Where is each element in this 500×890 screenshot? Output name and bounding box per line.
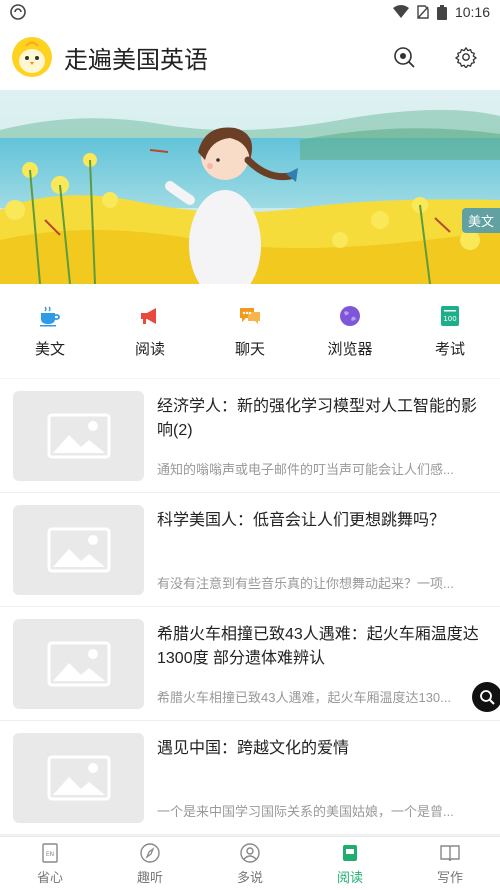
- globe-icon: [340, 305, 360, 326]
- chick-mascot-icon: [19, 41, 45, 73]
- category-browser[interactable]: 浏览器: [300, 284, 400, 378]
- article-thumbnail: [13, 391, 144, 481]
- megaphone-icon: [141, 307, 156, 324]
- status-bar: 10:16: [0, 0, 500, 24]
- article-title: 科学美国人：低音会让人们更想跳舞吗？: [157, 512, 446, 529]
- article-item[interactable]: 经济学人：新的强化学习模型对人工智能的影响(2) 通知的嗡嗡声或电子邮件的叮当声…: [0, 379, 500, 493]
- app-logo-avatar[interactable]: [12, 37, 52, 77]
- app-title: 走遍美国英语: [64, 46, 208, 74]
- tab-writing[interactable]: 写作: [400, 837, 500, 890]
- category-label: 浏览器: [327, 340, 373, 358]
- article-title: 经济学人：新的强化学习模型对人工智能的影响(2): [157, 398, 478, 439]
- exam-paper-icon: 100: [441, 305, 459, 326]
- article-thumbnail: [13, 619, 144, 709]
- status-time: 10:16: [454, 4, 490, 20]
- tab-reading[interactable]: 阅读: [300, 837, 400, 890]
- category-menu: 美文 阅读 聊天 浏览器 100 考试: [0, 284, 500, 378]
- chat-bubble-icon: [240, 307, 260, 324]
- person-icon: [240, 842, 260, 863]
- image-placeholder-icon: [47, 413, 110, 459]
- tab-shengxin[interactable]: EN 省心: [0, 837, 100, 890]
- article-thumbnail: [13, 505, 144, 595]
- tab-label: 阅读: [336, 869, 363, 885]
- tab-label: 写作: [436, 869, 463, 885]
- article-summary: 一个是来中国学习国际关系的美国姑娘，一个是曾...: [157, 804, 454, 819]
- floating-search-button[interactable]: [472, 682, 500, 712]
- article-thumbnail: [13, 733, 144, 823]
- search-icon: [480, 690, 495, 705]
- category-label: 美文: [34, 340, 65, 358]
- banner-carousel[interactable]: 美文: [0, 90, 500, 284]
- article-summary: 希腊火车相撞已致43人遇难，起火车厢温度达130...: [157, 690, 451, 705]
- tab-label: 多说: [236, 869, 263, 885]
- article-list: 经济学人：新的强化学习模型对人工智能的影响(2) 通知的嗡嗡声或电子邮件的叮当声…: [0, 379, 500, 835]
- no-sim-icon: [417, 5, 429, 19]
- image-placeholder-icon: [47, 755, 110, 801]
- category-exam[interactable]: 100 考试: [400, 284, 500, 378]
- svg-text:EN: EN: [46, 851, 54, 858]
- svg-text:100: 100: [443, 315, 456, 323]
- category-label: 考试: [434, 340, 465, 358]
- category-label: 阅读: [134, 340, 165, 358]
- tab-quting[interactable]: 趣听: [100, 837, 200, 890]
- article-title: 希腊火车相撞已致43人遇难：起火车厢温度达1300度 部分遗体难辨认: [157, 626, 479, 667]
- tab-label: 省心: [36, 869, 63, 885]
- app-header: 走遍美国英语: [0, 24, 500, 90]
- category-reading[interactable]: 阅读: [100, 284, 200, 378]
- image-placeholder-icon: [47, 641, 110, 687]
- search-icon: [394, 47, 415, 68]
- tab-label: 趣听: [136, 869, 163, 885]
- article-summary: 通知的嗡嗡声或电子邮件的叮当声可能会让人们感...: [157, 462, 454, 477]
- search-button[interactable]: [392, 45, 416, 69]
- gear-icon: [455, 47, 477, 68]
- compass-icon: [140, 842, 160, 863]
- category-chat[interactable]: 聊天: [200, 284, 300, 378]
- banner-category-tag: 美文: [461, 208, 500, 233]
- app-notification-icon: [10, 4, 26, 20]
- tab-duoshuo[interactable]: 多说: [200, 837, 300, 890]
- article-item[interactable]: 遇见中国：跨越文化的爱情 一个是来中国学习国际关系的美国姑娘，一个是曾...: [0, 721, 500, 835]
- battery-icon: [436, 4, 447, 20]
- category-meiwen[interactable]: 美文: [0, 284, 100, 378]
- open-book-icon: [440, 844, 460, 861]
- settings-button[interactable]: [454, 45, 478, 69]
- reading-icon: [343, 844, 357, 861]
- article-item[interactable]: 科学美国人：低音会让人们更想跳舞吗？ 有没有注意到有些音乐真的让你想舞动起来？一…: [0, 493, 500, 607]
- coffee-cup-icon: [40, 306, 60, 326]
- article-summary: 有没有注意到有些音乐真的让你想舞动起来？一项...: [157, 576, 454, 591]
- banner-illustration: [0, 90, 500, 284]
- article-title: 遇见中国：跨越文化的爱情: [157, 740, 350, 757]
- article-item[interactable]: 希腊火车相撞已致43人遇难：起火车厢温度达1300度 部分遗体难辨认 希腊火车相…: [0, 607, 500, 721]
- bottom-navigation: EN 省心 趣听 多说 阅读 写作: [0, 836, 500, 890]
- wifi-icon: [392, 5, 409, 18]
- category-label: 聊天: [234, 340, 265, 358]
- book-en-icon: EN: [42, 842, 58, 863]
- image-placeholder-icon: [47, 527, 110, 573]
